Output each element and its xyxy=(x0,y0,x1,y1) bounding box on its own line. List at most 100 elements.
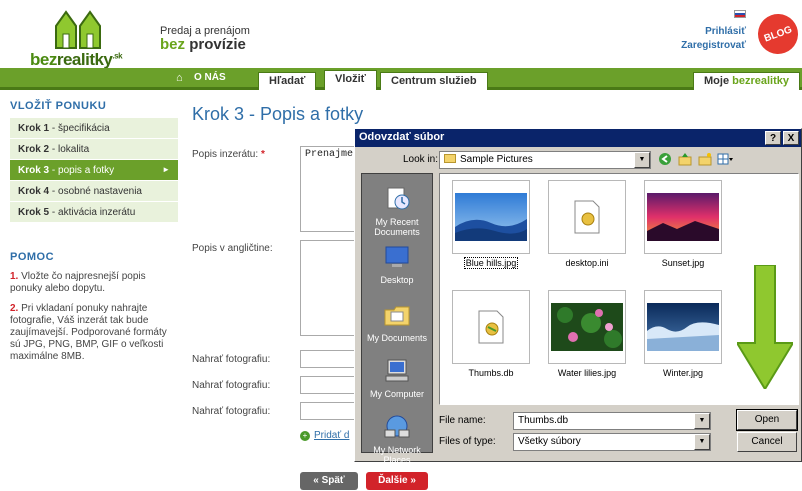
file-name: Blue hills.jpg xyxy=(463,257,519,269)
step-label: lokalita xyxy=(58,144,90,155)
help-text: Pri vkladaní ponuky nahrajte fotografie,… xyxy=(10,303,167,362)
blog-badge[interactable]: BLOG xyxy=(752,8,802,60)
sidebar-step-1[interactable]: Krok 1 - špecifikácia xyxy=(10,118,178,139)
file-item-winter[interactable]: Winter.jpg xyxy=(638,290,728,378)
add-photo-link[interactable]: + Pridať d xyxy=(300,430,349,441)
file-name: Sunset.jpg xyxy=(661,258,705,268)
register-link[interactable]: Zaregistrovať xyxy=(681,39,746,53)
place-label: My Network Places xyxy=(373,445,421,465)
popis-label-text: Popis inzerátu: xyxy=(192,149,259,160)
file-name: Water lilies.jpg xyxy=(557,368,617,378)
place-desktop[interactable]: Desktop xyxy=(362,244,432,285)
sidebar-step-2[interactable]: Krok 2 - lokalita xyxy=(10,139,178,160)
nav-tab-vlozit[interactable]: Vložiť xyxy=(324,70,377,90)
file-type-label: Files of type: xyxy=(439,436,496,447)
step-num: Krok 4 xyxy=(18,186,50,197)
logo-realitky: realitky xyxy=(56,50,113,69)
upload-input-3[interactable] xyxy=(300,402,360,420)
nav-tab-centrum[interactable]: Centrum služieb xyxy=(380,72,488,90)
upload-input-1[interactable] xyxy=(300,350,360,368)
main-content: Krok 3 - Popis a fotky xyxy=(192,104,792,125)
file-name-input[interactable]: Thumbs.db ▼ xyxy=(513,412,711,430)
tagline-bez: bez xyxy=(160,36,186,53)
dialog-title-bar[interactable]: Odovzdať súbor ? X xyxy=(355,129,801,147)
new-folder-icon[interactable] xyxy=(697,151,713,167)
look-in-combo[interactable]: Sample Pictures ▼ xyxy=(439,151,651,169)
thumbnail xyxy=(644,290,722,364)
help-button[interactable]: ? xyxy=(765,131,781,145)
sidebar-step-3[interactable]: Krok 3 - popis a fotky ► xyxy=(10,160,178,181)
thumbnail xyxy=(644,180,722,254)
plus-icon: + xyxy=(300,431,310,441)
step-num: Krok 3 xyxy=(18,165,50,176)
file-name: Thumbs.db xyxy=(468,368,514,378)
file-item-sunset[interactable]: Sunset.jpg xyxy=(638,180,728,268)
place-label: Desktop xyxy=(380,275,414,285)
step-num: Krok 5 xyxy=(18,207,50,218)
upload-label-3: Nahrať fotografiu: xyxy=(192,406,271,417)
arrow-right-icon: ► xyxy=(162,165,170,174)
file-item-thumbs-db[interactable]: Thumbs.db xyxy=(446,290,536,378)
file-item-desktop-ini[interactable]: desktop.ini xyxy=(542,180,632,268)
thumbnail xyxy=(548,180,626,254)
page-title: Krok 3 - Popis a fotky xyxy=(192,104,364,124)
popis-en-label: Popis v angličtine: xyxy=(192,243,273,254)
help-text: Vložte čo najpresnejší popis ponuky aleb… xyxy=(10,271,146,294)
back-button[interactable]: « Späť xyxy=(300,472,358,490)
folder-icon xyxy=(444,154,456,163)
file-type-value: Všetky súbory xyxy=(518,436,581,447)
slovak-flag-icon[interactable] xyxy=(734,10,746,18)
view-menu-icon[interactable] xyxy=(717,151,733,167)
step-num: Krok 1 xyxy=(18,123,50,134)
moje-label: Moje xyxy=(704,75,730,87)
place-my-documents[interactable]: My Documents xyxy=(362,302,432,343)
file-item-water-lilies[interactable]: Water lilies.jpg xyxy=(542,290,632,378)
file-type-select[interactable]: Všetky súbory ▼ xyxy=(513,433,711,451)
site-header: bezrealitky.sk Predaj a prenájom bez pro… xyxy=(0,0,802,70)
back-icon[interactable] xyxy=(657,151,673,167)
logo-houses-icon[interactable] xyxy=(52,8,104,50)
help-num: 2. xyxy=(10,303,19,314)
file-name-label: File name: xyxy=(439,415,486,426)
place-network[interactable]: My Network Places xyxy=(362,414,432,465)
file-name-value: Thumbs.db xyxy=(518,415,569,426)
step-label: aktivácia inzerátu xyxy=(58,207,136,218)
place-my-computer[interactable]: My Computer xyxy=(362,358,432,399)
account-links: Prihlásiť Zaregistrovať xyxy=(681,10,746,53)
sidebar-step-4[interactable]: Krok 4 - osobné nastavenia xyxy=(10,181,178,202)
place-recent-documents[interactable]: My Recent Documents xyxy=(362,186,432,237)
login-link[interactable]: Prihlásiť xyxy=(681,25,746,39)
my-computer-icon xyxy=(385,359,409,382)
chevron-down-icon[interactable]: ▼ xyxy=(694,413,710,429)
file-item-blue-hills[interactable]: Blue hills.jpg xyxy=(446,180,536,269)
logo-text[interactable]: bezrealitky.sk xyxy=(30,50,122,70)
logo-bez: bez xyxy=(30,50,57,69)
upload-input-2[interactable] xyxy=(300,376,360,394)
tagline-provizie: provízie xyxy=(189,36,246,53)
chevron-down-icon[interactable]: ▼ xyxy=(694,434,710,450)
help-num: 1. xyxy=(10,271,19,282)
sidebar-step-5[interactable]: Krok 5 - aktivácia inzerátu xyxy=(10,202,178,223)
tagline: Predaj a prenájom bez provízie xyxy=(160,24,250,52)
cancel-button[interactable]: Cancel xyxy=(737,432,797,452)
next-button[interactable]: Ďalšie » xyxy=(366,472,428,490)
nav-o-nas[interactable]: O NÁS xyxy=(194,72,226,83)
step-label: osobné nastavenia xyxy=(58,186,142,197)
close-button[interactable]: X xyxy=(783,131,799,145)
my-documents-icon xyxy=(384,306,410,326)
open-button[interactable]: Open xyxy=(736,409,798,431)
nav-tab-moje[interactable]: Moje bezrealitky xyxy=(693,72,800,90)
popis-en-textarea[interactable] xyxy=(300,240,360,336)
places-bar: My Recent Documents Desktop My Documents… xyxy=(361,173,433,465)
up-folder-icon[interactable] xyxy=(677,151,693,167)
nav-tab-hladat[interactable]: Hľadať xyxy=(258,72,317,90)
dialog-title: Odovzdať súbor xyxy=(359,131,445,143)
file-name: Winter.jpg xyxy=(662,368,704,378)
step-label: popis a fotky xyxy=(58,165,115,176)
popis-textarea[interactable]: Prenajme xyxy=(300,146,360,232)
place-label: My Documents xyxy=(366,333,428,343)
sidebar-title: VLOŽIŤ PONUKU xyxy=(10,100,107,112)
chevron-down-icon[interactable]: ▼ xyxy=(634,152,650,168)
help-item-2: 2. Pri vkladaní ponuky nahrajte fotograf… xyxy=(10,303,178,363)
home-icon[interactable]: ⌂ xyxy=(176,72,183,84)
